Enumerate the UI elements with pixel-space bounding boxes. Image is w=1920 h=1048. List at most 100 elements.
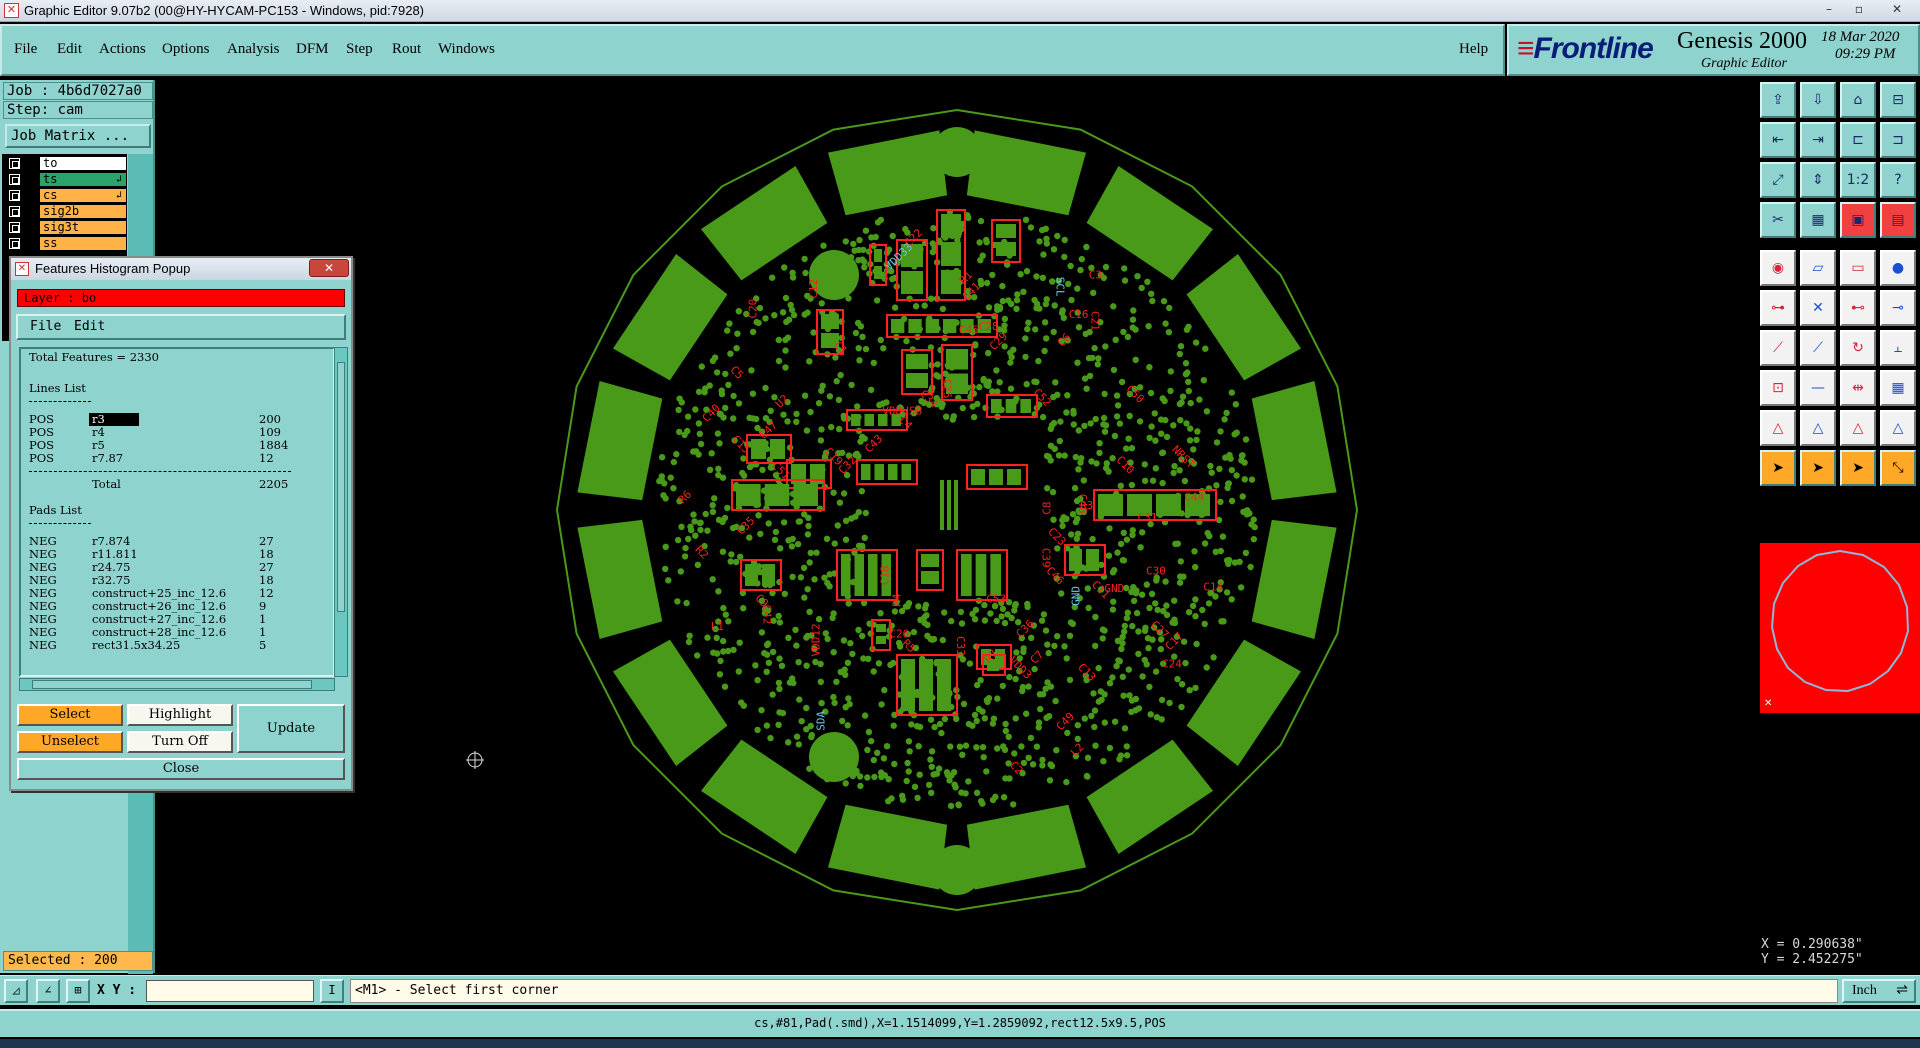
maximize-button[interactable]: ▫: [1844, 0, 1874, 20]
net-icon[interactable]: ⊶: [1760, 290, 1796, 326]
layer-name[interactable]: cs ↲: [40, 189, 126, 202]
layer-checkbox[interactable]: [9, 174, 20, 185]
undo-step-icon[interactable]: ⇤: [1760, 122, 1796, 158]
triangle-icon[interactable]: △: [1760, 410, 1796, 446]
histogram-hscroll[interactable]: [19, 678, 335, 691]
draw-icon[interactable]: ▱: [1800, 250, 1836, 286]
turn-off-button[interactable]: Turn Off: [127, 731, 233, 753]
save-icon[interactable]: ⇩: [1800, 82, 1836, 118]
menu-windows[interactable]: Windows: [438, 41, 495, 58]
layer-name[interactable]: ts ↲: [40, 173, 126, 186]
pcb-board[interactable]: GNDVDD3C48C52C53R2C11C9C10C14C13C12R3C5C…: [157, 80, 1757, 973]
pad-symbol-row[interactable]: NEG r7.874 27: [29, 535, 329, 548]
zoom-window-icon[interactable]: ⇕: [1800, 162, 1836, 198]
menu-options[interactable]: Options: [162, 41, 210, 58]
split-icon[interactable]: ⫠: [1880, 330, 1916, 366]
pad-symbol-row[interactable]: NEG rect31.5x34.25 5: [29, 639, 329, 652]
layout-icon[interactable]: ⊟: [1880, 82, 1916, 118]
popup-menu-edit[interactable]: Edit: [74, 319, 105, 334]
shape-icon[interactable]: △: [1840, 410, 1876, 446]
popup-menu-file[interactable]: File: [30, 319, 61, 334]
layer-row[interactable]: ts ↲: [2, 172, 127, 187]
menu-help[interactable]: Help: [1459, 41, 1488, 58]
array-icon[interactable]: ▦: [1880, 370, 1916, 406]
vscroll-thumb[interactable]: [337, 362, 345, 612]
layer-row[interactable]: ss: [2, 236, 127, 251]
menu-step[interactable]: Step: [346, 41, 373, 58]
line-add-icon[interactable]: ⟋: [1760, 330, 1796, 366]
menu-analysis[interactable]: Analysis: [227, 41, 280, 58]
stretch-icon[interactable]: ⊐: [1880, 122, 1916, 158]
menu-edit[interactable]: Edit: [57, 41, 82, 58]
layer-row[interactable]: sig2b: [2, 204, 127, 219]
select-icon[interactable]: ➤: [1800, 450, 1836, 486]
triangle-add-icon[interactable]: △: [1800, 410, 1836, 446]
histogram-vscroll[interactable]: [334, 347, 348, 677]
query-icon[interactable]: ?: [1880, 162, 1916, 198]
pad-icon[interactable]: ●: [1880, 250, 1916, 286]
popup-close-button[interactable]: Close: [17, 758, 345, 780]
grid-tool-icon[interactable]: ⊞: [66, 979, 90, 1003]
line-edit-icon[interactable]: ⟋: [1800, 330, 1836, 366]
job-matrix-button[interactable]: Job Matrix ...: [5, 124, 151, 148]
angle-tool-icon[interactable]: ∠: [36, 979, 60, 1003]
layer-checkbox[interactable]: [9, 222, 20, 233]
open-icon[interactable]: ⇪: [1760, 82, 1796, 118]
menu-dfm[interactable]: DFM: [296, 41, 329, 58]
connect-icon[interactable]: ⊷: [1840, 290, 1876, 326]
snap-icon[interactable]: ✂: [1760, 202, 1796, 238]
minimize-button[interactable]: –: [1814, 0, 1844, 20]
graphics-canvas[interactable]: GND VDD3 C48 C52 C53 R2 C11 C9 C10 C14 C13 C12 R3 C5 C…: [157, 80, 1757, 973]
menu-file[interactable]: File: [14, 41, 37, 58]
route-icon[interactable]: ⊸: [1880, 290, 1916, 326]
histogram-list[interactable]: Total Features = 2330 Lines List POS r3 200 P…: [19, 347, 335, 677]
xy-input[interactable]: [146, 980, 314, 1002]
layer-checkbox[interactable]: [9, 158, 20, 169]
layer-name[interactable]: sig3t: [40, 221, 126, 234]
update-button[interactable]: Update: [237, 704, 345, 753]
pad-symbol-row[interactable]: NEG r24.75 27: [29, 561, 329, 574]
line-tool-icon[interactable]: ◿: [4, 979, 28, 1003]
layer-checkbox[interactable]: [9, 190, 20, 201]
pad-symbol-row[interactable]: NEG r11.811 18: [29, 548, 329, 561]
measure-icon[interactable]: ⇹: [1840, 370, 1876, 406]
pointer-icon[interactable]: ➤: [1760, 450, 1796, 486]
layer-checkbox[interactable]: [9, 238, 20, 249]
select-net-icon[interactable]: ⤡: [1880, 450, 1916, 486]
highlight-button[interactable]: Highlight: [127, 704, 233, 726]
layer-name[interactable]: ss: [40, 237, 126, 250]
arc-icon[interactable]: ↻: [1840, 330, 1876, 366]
line-symbol-row[interactable]: POS r7.87 12: [29, 452, 329, 465]
home-icon[interactable]: ⌂: [1840, 82, 1876, 118]
line-symbol-row[interactable]: POS r3 200: [29, 413, 329, 426]
layer-row[interactable]: sig3t: [2, 220, 127, 235]
trim-icon[interactable]: —: [1800, 370, 1836, 406]
popup-close-icon[interactable]: ✕: [309, 259, 349, 277]
layer-row[interactable]: to: [2, 156, 127, 171]
layer-row[interactable]: cs ↲: [2, 188, 127, 203]
close-window-button[interactable]: ✕: [1874, 0, 1920, 20]
unselect-button[interactable]: Unselect: [17, 731, 123, 753]
unit-selector[interactable]: Inch ⇌: [1842, 979, 1916, 1003]
hscroll-thumb[interactable]: [32, 680, 312, 689]
shape-edit-icon[interactable]: △: [1880, 410, 1916, 446]
layers-panel-icon[interactable]: ▣: [1840, 202, 1876, 238]
input-mode-icon[interactable]: I: [320, 979, 344, 1003]
fit-icon[interactable]: ⊏: [1840, 122, 1876, 158]
grid-icon[interactable]: ▦: [1800, 202, 1836, 238]
polygon-icon[interactable]: ⊡: [1760, 370, 1796, 406]
layer-name[interactable]: to: [40, 157, 126, 170]
select-button[interactable]: Select: [17, 704, 123, 726]
layer-checkbox[interactable]: [9, 206, 20, 217]
menu-rout[interactable]: Rout: [392, 41, 421, 58]
menu-actions[interactable]: Actions: [99, 41, 146, 58]
ratio-icon[interactable]: 1:2: [1840, 162, 1876, 198]
select-area-icon[interactable]: ➤: [1840, 450, 1876, 486]
line-symbol-row[interactable]: POS r5 1884: [29, 439, 329, 452]
ruler-icon[interactable]: ▭: [1840, 250, 1876, 286]
redo-step-icon[interactable]: ⇥: [1800, 122, 1836, 158]
layer-name[interactable]: sig2b: [40, 205, 126, 218]
layers-list-icon[interactable]: ▤: [1880, 202, 1916, 238]
camera-icon[interactable]: ◉: [1760, 250, 1796, 286]
move-node-icon[interactable]: ✕: [1800, 290, 1836, 326]
